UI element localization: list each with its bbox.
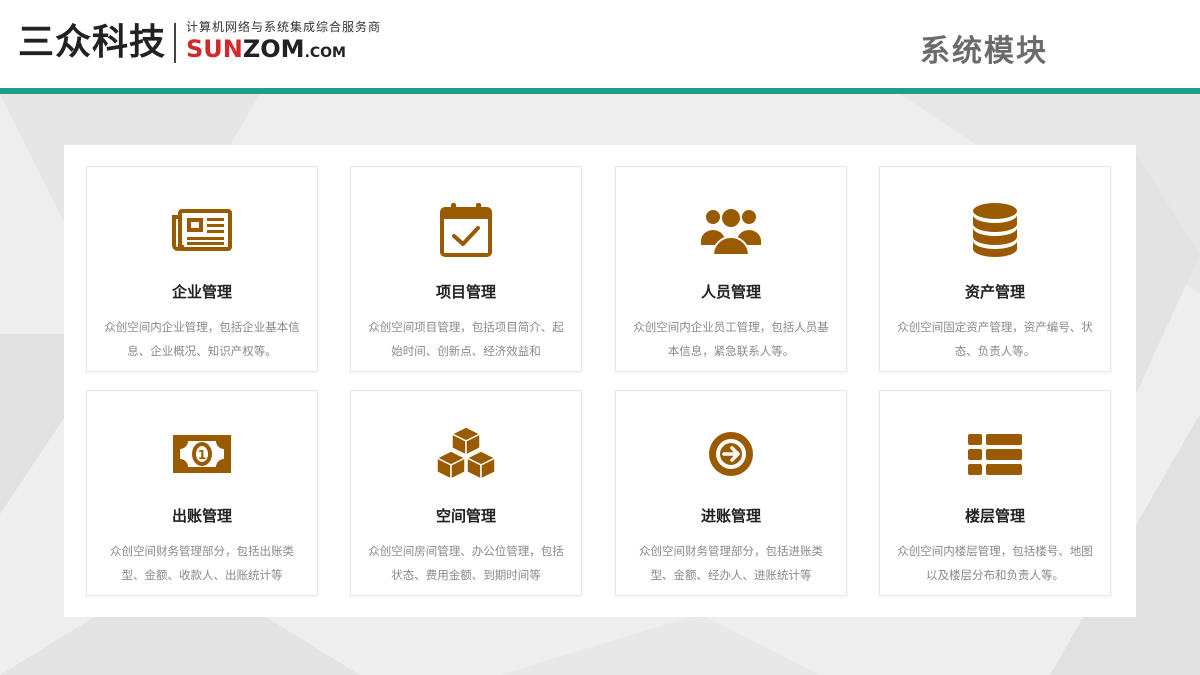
database-icon <box>880 201 1110 261</box>
module-desc: 众创空间固定资产管理，资产编号、状态、负责人等。 <box>897 320 1093 358</box>
module-card-project[interactable]: 项目管理 众创空间项目管理，包括项目简介、起始时间、创新点、经济效益和 <box>350 166 582 372</box>
module-title: 资产管理 <box>964 283 1025 301</box>
module-title: 企业管理 <box>171 283 232 301</box>
logo-url-dark: ZOM <box>242 35 305 63</box>
company-logo: 三众科技 计算机网络与系统集成综合服务商 SUNZOM.COM <box>18 18 381 68</box>
logo-divider <box>174 23 177 63</box>
logo-brand: 三众科技 <box>18 18 166 68</box>
module-title: 楼层管理 <box>964 507 1025 525</box>
module-desc: 众创空间财务管理部分，包括进账类型、金额、经办人、进账统计等 <box>639 544 823 582</box>
modules-panel: 企业管理 众创空间内企业管理，包括企业基本信息、企业概况、知识产权等。 项目管理… <box>64 145 1136 617</box>
module-desc: 众创空间内企业管理，包括企业基本信息、企业概况、知识产权等。 <box>104 320 300 358</box>
module-card-income[interactable]: 进账管理 众创空间财务管理部分，包括进账类型、金额、经办人、进账统计等 <box>615 390 847 596</box>
logo-tagline: 计算机网络与系统集成综合服务商 <box>186 20 382 34</box>
module-title: 人员管理 <box>700 283 761 301</box>
logo-url-suffix: .COM <box>304 45 346 61</box>
logo-brand-text: 三众科技 <box>18 22 167 63</box>
module-card-assets[interactable]: 资产管理 众创空间固定资产管理，资产编号、状态、负责人等。 <box>879 166 1111 372</box>
module-card-personnel[interactable]: 人员管理 众创空间内企业员工管理，包括人员基本信息，紧急联系人等。 <box>615 166 847 372</box>
module-title: 项目管理 <box>435 283 496 301</box>
logo-url: SUNZOM.COM <box>186 35 381 67</box>
module-title: 空间管理 <box>435 507 496 525</box>
module-card-space[interactable]: 空间管理 众创空间房间管理、办公位管理，包括状态、费用金额、到期时间等 <box>350 390 582 596</box>
arrow-circle-right-icon <box>616 425 846 485</box>
module-desc: 众创空间内楼层管理，包括楼号、地图以及楼层分布和负责人等。 <box>897 544 1093 582</box>
money-icon: 1 <box>87 425 317 485</box>
module-desc: 众创空间项目管理，包括项目简介、起始时间、创新点、经济效益和 <box>368 320 564 358</box>
users-icon <box>616 201 846 261</box>
header-accent-bar <box>0 88 1200 94</box>
module-title: 出账管理 <box>171 507 232 525</box>
cubes-icon <box>351 425 581 485</box>
module-title: 进账管理 <box>700 507 761 525</box>
svg-text:1: 1 <box>198 448 206 462</box>
module-desc: 众创空间财务管理部分，包括出账类型、金额、收款人、出账统计等 <box>110 544 294 582</box>
calendar-check-icon <box>351 201 581 261</box>
module-card-expense[interactable]: 1 出账管理 众创空间财务管理部分，包括出账类型、金额、收款人、出账统计等 <box>86 390 318 596</box>
module-card-floor[interactable]: 楼层管理 众创空间内楼层管理，包括楼号、地图以及楼层分布和负责人等。 <box>879 390 1111 596</box>
logo-url-red: SUN <box>186 35 243 63</box>
module-desc: 众创空间房间管理、办公位管理，包括状态、费用金额、到期时间等 <box>368 544 564 582</box>
page-title: 系统模块 <box>920 34 1048 69</box>
list-icon <box>880 425 1110 485</box>
module-card-enterprise[interactable]: 企业管理 众创空间内企业管理，包括企业基本信息、企业概况、知识产权等。 <box>86 166 318 372</box>
module-desc: 众创空间内企业员工管理，包括人员基本信息，紧急联系人等。 <box>633 320 829 358</box>
header: 三众科技 计算机网络与系统集成综合服务商 SUNZOM.COM 系统模块 <box>0 0 1200 88</box>
logo-right: 计算机网络与系统集成综合服务商 SUNZOM.COM <box>186 19 381 67</box>
newspaper-icon <box>87 201 317 261</box>
